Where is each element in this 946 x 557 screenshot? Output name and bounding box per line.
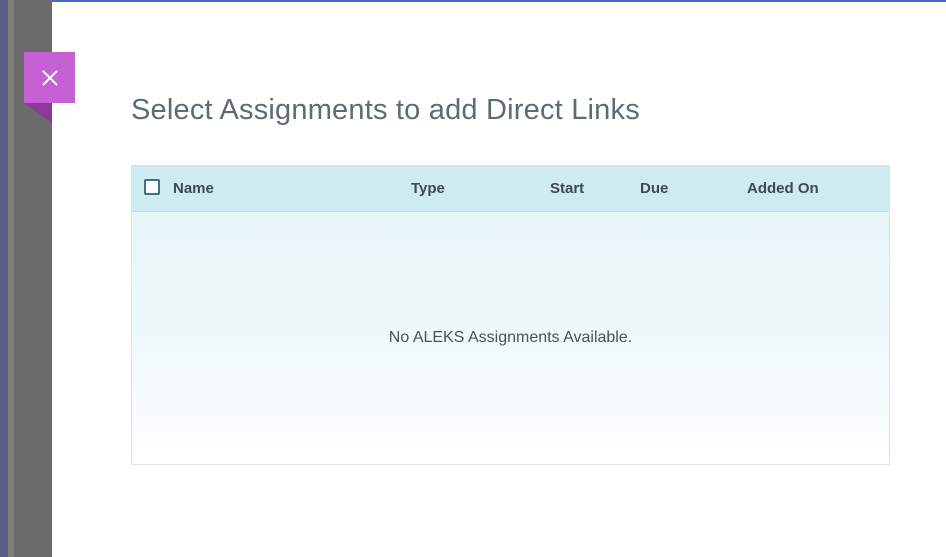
table-header: Name Type Start Due Added On <box>132 166 889 212</box>
column-header-start[interactable]: Start <box>550 166 584 211</box>
empty-state-message: No ALEKS Assignments Available. <box>388 329 633 346</box>
column-header-due[interactable]: Due <box>640 166 668 211</box>
close-icon <box>41 69 59 87</box>
close-tab-fold <box>24 103 52 123</box>
modal-title: Select Assignments to add Direct Links <box>131 94 640 126</box>
page: Select Assignments to add Direct Links N… <box>0 0 946 557</box>
assignments-table: Name Type Start Due Added On No ALEKS As… <box>131 165 890 465</box>
backdrop-shade <box>8 0 14 557</box>
select-all-checkbox[interactable] <box>144 179 160 195</box>
close-button[interactable] <box>24 52 75 103</box>
column-header-type[interactable]: Type <box>411 166 445 211</box>
modal-dialog: Select Assignments to add Direct Links N… <box>52 0 946 557</box>
backdrop-edge <box>0 0 8 557</box>
column-header-added-on[interactable]: Added On <box>747 166 819 211</box>
column-header-name[interactable]: Name <box>173 166 214 211</box>
